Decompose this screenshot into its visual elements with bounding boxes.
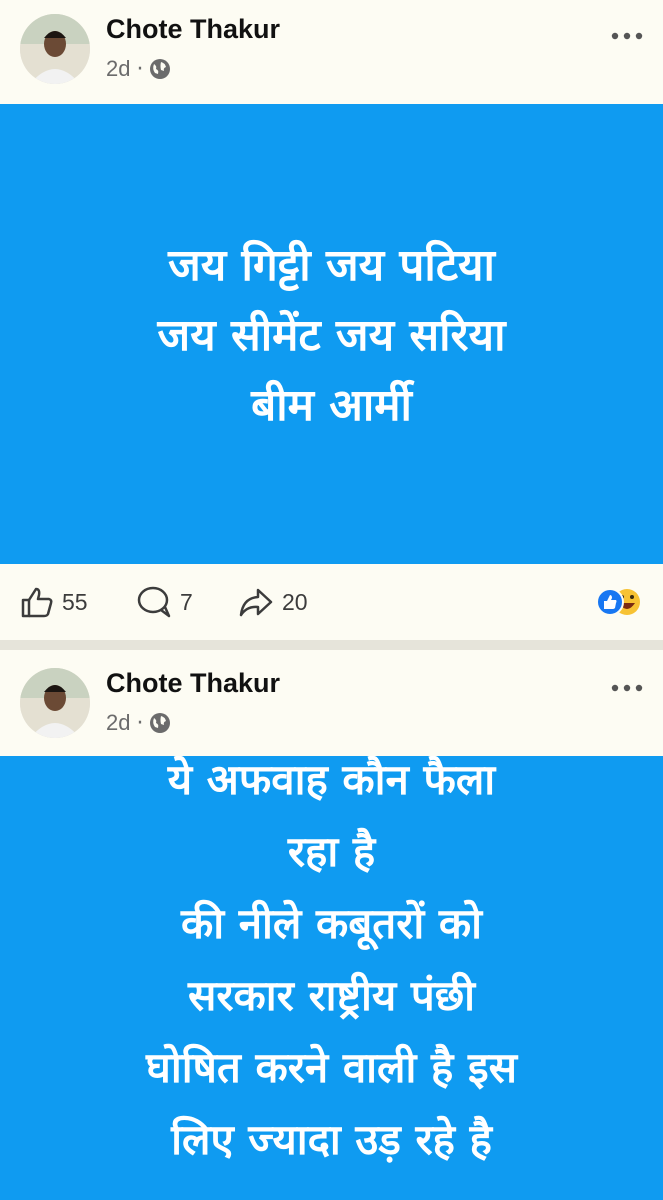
share-icon: [239, 588, 273, 617]
post-image-text-line: लिए ज्यादा उड़ रहे है: [171, 1115, 492, 1164]
post-separator: [0, 640, 663, 650]
author-name[interactable]: Chote Thakur: [106, 668, 280, 699]
reactions-icon[interactable]: [595, 586, 643, 618]
meta-separator: ·: [136, 710, 144, 736]
post-image[interactable]: ये अफवाह कौन फैला रहा है की नीले कबूतरों…: [0, 756, 663, 1200]
post-header: Chote Thakur 2d ·: [0, 0, 663, 104]
post-actions: 55 7 20: [0, 564, 663, 640]
post-image-text-line: ये अफवाह कौन फैला: [167, 756, 496, 804]
more-options-icon[interactable]: [611, 26, 643, 40]
comment-button[interactable]: 7: [136, 586, 193, 618]
like-button[interactable]: 55: [20, 586, 88, 618]
share-button[interactable]: 20: [238, 586, 308, 618]
post-2: Chote Thakur 2d · ये अफवाह कौन फैला रहा …: [0, 650, 663, 1200]
post-meta: 2d ·: [106, 56, 171, 82]
more-options-icon[interactable]: [611, 678, 643, 692]
thumbs-up-icon: [21, 587, 53, 618]
post-image-text-line: जय गिट्टी जय पटिया: [168, 240, 495, 291]
avatar[interactable]: [20, 14, 90, 84]
post-image-text-line: घोषित करने वाली है इस: [146, 1043, 517, 1092]
avatar[interactable]: [20, 668, 90, 738]
comment-icon: [137, 586, 171, 618]
post-1: Chote Thakur 2d · जय गिट्टी जय पटिया जय …: [0, 0, 663, 650]
post-image-text-line: रहा है: [287, 827, 376, 876]
post-header: Chote Thakur 2d ·: [0, 650, 663, 756]
post-image-text-line: जय सीमेंट जय सरिया: [157, 310, 506, 361]
comment-count: 7: [180, 588, 193, 615]
globe-icon: [149, 712, 171, 734]
meta-separator: ·: [136, 56, 144, 82]
post-meta: 2d ·: [106, 710, 171, 736]
post-image-text-line: बीम आर्मी: [251, 380, 412, 431]
post-image[interactable]: जय गिट्टी जय पटिया जय सीमेंट जय सरिया बी…: [0, 104, 663, 564]
post-image-text-line: सरकार राष्ट्रीय पंछी: [187, 971, 476, 1020]
post-image-text-line: की नीले कबूतरों को: [180, 899, 483, 948]
like-count: 55: [62, 588, 88, 615]
globe-icon: [149, 58, 171, 80]
post-time[interactable]: 2d: [106, 56, 130, 82]
author-name[interactable]: Chote Thakur: [106, 14, 280, 45]
share-count: 20: [282, 588, 308, 615]
post-time[interactable]: 2d: [106, 710, 130, 736]
